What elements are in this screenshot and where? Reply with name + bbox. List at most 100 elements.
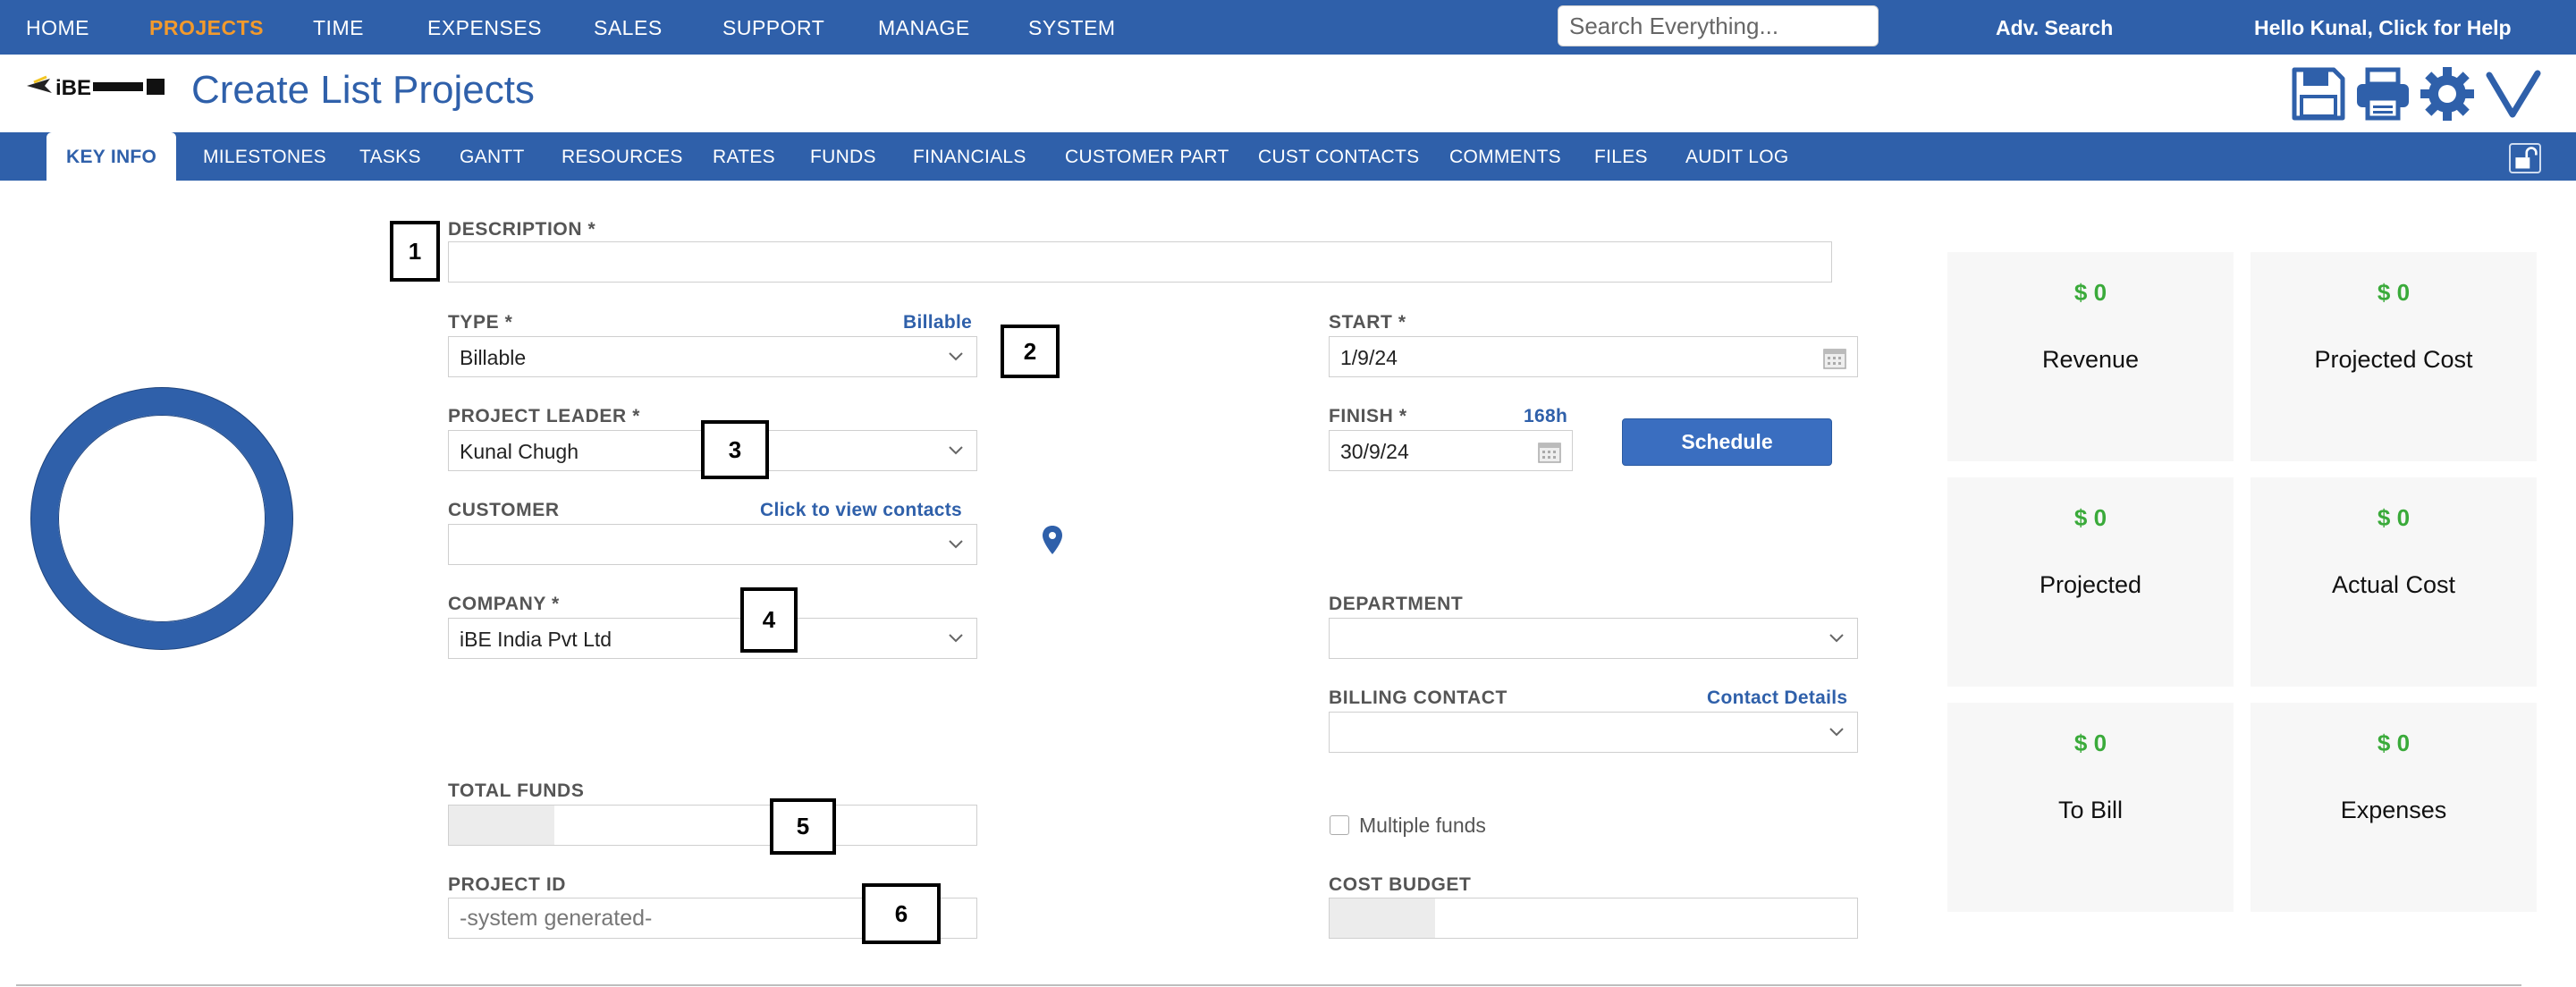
annotation-marker-1: 1	[390, 221, 440, 282]
tab-customer-part[interactable]: CUSTOMER PART	[1065, 147, 1229, 168]
logo-text: iBE	[55, 76, 91, 100]
unlock-icon[interactable]	[2509, 143, 2541, 173]
type-select-value: Billable	[460, 346, 527, 369]
project-id-label: PROJECT ID	[448, 874, 567, 895]
company-logo: iBE	[27, 75, 165, 100]
description-input[interactable]	[448, 241, 1832, 283]
cost-budget-prefix	[1330, 898, 1435, 938]
print-icon[interactable]	[2355, 66, 2411, 122]
multiple-funds-checkbox[interactable]	[1330, 815, 1349, 835]
finish-hours-badge: 168h	[1524, 406, 1568, 426]
advanced-search-link[interactable]: Adv. Search	[1996, 16, 2113, 40]
to-bill-caption: To Bill	[2057, 797, 2124, 823]
tab-cust-contacts[interactable]: CUST CONTACTS	[1258, 147, 1419, 168]
summary-card-projected-cost: $ 0 Projected Cost	[2251, 252, 2537, 461]
summary-card-expenses: $ 0 Expenses	[2251, 703, 2537, 912]
tab-milestones[interactable]: MILESTONES	[203, 147, 326, 168]
revenue-value: $ 0	[2073, 279, 2107, 306]
department-select[interactable]	[1329, 618, 1858, 659]
expenses-value: $ 0	[2377, 730, 2411, 756]
expenses-caption: Expenses	[2340, 797, 2447, 823]
chevron-down-icon	[1829, 728, 1844, 737]
start-date-input[interactable]: 1/9/24	[1329, 336, 1858, 377]
type-select[interactable]: Billable	[448, 336, 977, 377]
actual-cost-caption: Actual Cost	[2331, 571, 2456, 598]
project-leader-value: Kunal Chugh	[460, 440, 579, 463]
finish-date-value: 30/9/24	[1340, 440, 1409, 463]
checkmark-icon[interactable]	[2486, 66, 2541, 122]
nav-sales[interactable]: SALES	[594, 16, 663, 40]
tab-resources[interactable]: RESOURCES	[562, 147, 683, 168]
chevron-down-icon	[1829, 634, 1844, 643]
progress-donut-chart	[31, 388, 292, 649]
billing-contact-label: BILLING CONTACT	[1329, 688, 1508, 708]
company-select[interactable]: iBE India Pvt Ltd	[448, 618, 977, 659]
start-date-value: 1/9/24	[1340, 346, 1398, 369]
description-label: DESCRIPTION *	[448, 219, 596, 240]
chevron-down-icon	[949, 446, 963, 455]
annotation-marker-2: 2	[1001, 325, 1060, 378]
project-leader-label: PROJECT LEADER *	[448, 406, 640, 426]
tab-funds[interactable]: FUNDS	[810, 147, 876, 168]
annotation-marker-5: 5	[770, 798, 836, 855]
total-funds-input[interactable]	[448, 805, 977, 846]
tab-tasks[interactable]: TASKS	[359, 147, 421, 168]
actual-cost-value: $ 0	[2377, 504, 2411, 531]
summary-card-actual-cost: $ 0 Actual Cost	[2251, 477, 2537, 687]
calendar-icon[interactable]	[1821, 344, 1848, 371]
top-navigation-bar: HOME PROJECTS TIME EXPENSES SALES SUPPOR…	[0, 0, 2576, 55]
projected-caption: Projected	[2039, 571, 2142, 598]
summary-card-projected: $ 0 Projected	[1947, 477, 2234, 687]
page-title: Create List Projects	[191, 68, 535, 112]
start-label: START *	[1329, 312, 1406, 333]
tab-financials[interactable]: FINANCIALS	[913, 147, 1026, 168]
company-value: iBE India Pvt Ltd	[460, 628, 612, 651]
cost-budget-input[interactable]	[1329, 898, 1858, 939]
chevron-down-icon	[949, 540, 963, 549]
tab-comments[interactable]: COMMENTS	[1449, 147, 1561, 168]
nav-time[interactable]: TIME	[313, 16, 364, 40]
settings-gear-icon[interactable]	[2420, 66, 2475, 122]
footer-divider	[16, 984, 2521, 986]
save-icon[interactable]	[2291, 66, 2346, 122]
billing-contact-select[interactable]	[1329, 712, 1858, 753]
total-funds-prefix	[449, 806, 554, 845]
calendar-icon[interactable]	[1536, 438, 1563, 465]
tab-audit-log[interactable]: AUDIT LOG	[1685, 147, 1789, 168]
annotation-marker-3: 3	[701, 420, 769, 479]
projected-value: $ 0	[2073, 504, 2107, 531]
type-billable-link[interactable]: Billable	[903, 312, 972, 333]
summary-card-revenue: $ 0 Revenue	[1947, 252, 2234, 461]
schedule-button[interactable]: Schedule	[1622, 418, 1832, 466]
customer-select[interactable]	[448, 524, 977, 565]
finish-date-input[interactable]: 30/9/24	[1329, 430, 1573, 471]
projected-cost-caption: Projected Cost	[2314, 346, 2473, 373]
department-label: DEPARTMENT	[1329, 594, 1464, 614]
nav-projects[interactable]: PROJECTS	[149, 16, 264, 40]
nav-home[interactable]: HOME	[26, 16, 89, 40]
summary-card-to-bill: $ 0 To Bill	[1947, 703, 2234, 912]
nav-manage[interactable]: MANAGE	[878, 16, 970, 40]
annotation-marker-6: 6	[862, 883, 941, 944]
nav-support[interactable]: SUPPORT	[722, 16, 824, 40]
customer-label: CUSTOMER	[448, 500, 560, 520]
nav-expenses[interactable]: EXPENSES	[427, 16, 542, 40]
map-pin-icon[interactable]	[1042, 525, 1063, 555]
tab-key-info[interactable]: KEY INFO	[46, 132, 177, 181]
view-contacts-link[interactable]: Click to view contacts	[760, 500, 962, 521]
multiple-funds-label[interactable]: Multiple funds	[1359, 814, 1486, 838]
user-greeting-help-link[interactable]: Hello Kunal, Click for Help	[2254, 16, 2512, 40]
nav-system[interactable]: SYSTEM	[1028, 16, 1116, 40]
tab-rates[interactable]: RATES	[713, 147, 775, 168]
finish-label: FINISH *	[1329, 406, 1407, 426]
contact-details-link[interactable]: Contact Details	[1707, 688, 1847, 709]
revenue-caption: Revenue	[2041, 346, 2140, 373]
total-funds-label: TOTAL FUNDS	[448, 780, 585, 801]
global-search-input[interactable]	[1558, 5, 1879, 46]
tab-gantt[interactable]: GANTT	[460, 147, 525, 168]
chevron-down-icon	[949, 352, 963, 361]
company-label: COMPANY *	[448, 594, 560, 614]
tab-files[interactable]: FILES	[1594, 147, 1648, 168]
to-bill-value: $ 0	[2073, 730, 2107, 756]
chevron-down-icon	[949, 634, 963, 643]
